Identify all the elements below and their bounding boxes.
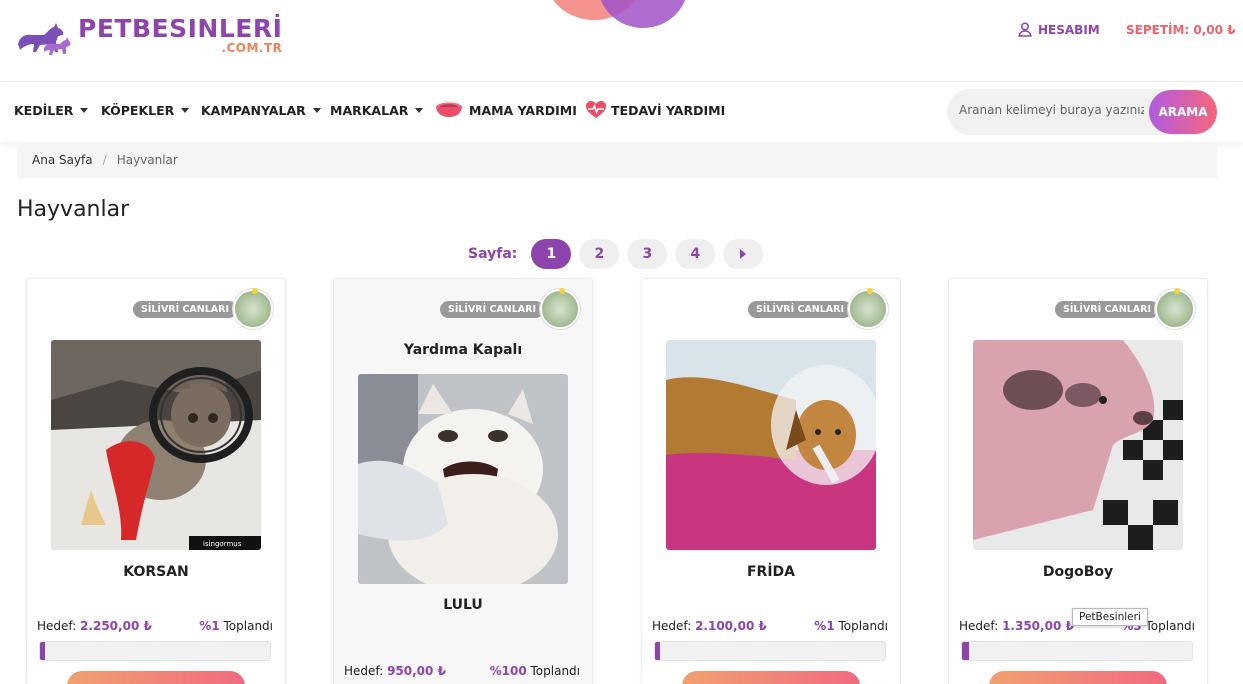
organization-logo-icon[interactable] — [233, 288, 273, 329]
animal-card[interactable]: SİLİVRİ CANLARI FRİDA Hedef: 2.100,00 ₺ … — [641, 278, 901, 684]
pets-logo-icon — [18, 23, 71, 55]
collected-label: Toplandı — [530, 664, 581, 678]
nav-item-tedavi-yardimi[interactable]: TEDAVİ YARDIMI — [586, 101, 725, 119]
nav-item-markalar[interactable]: MARKALAR — [330, 103, 424, 118]
cart-link[interactable]: SEPETİM: 0,00 ₺ — [1126, 23, 1236, 37]
page-button-3[interactable]: 3 — [627, 239, 668, 269]
page-button-4[interactable]: 4 — [675, 239, 716, 269]
breadcrumb: Ana Sayfa / Hayvanlar — [17, 142, 1217, 178]
logo-main-text: PETBESINLERİ — [78, 14, 283, 43]
caret-down-icon — [415, 108, 424, 113]
photo-watermark: isingormus — [203, 540, 242, 548]
pagination: Sayfa: 1 2 3 4 — [468, 239, 764, 269]
animal-photo[interactable] — [666, 340, 876, 550]
caret-down-icon — [80, 108, 89, 113]
next-page-button[interactable] — [723, 239, 764, 269]
goal-amount: 2.100,00 ₺ — [695, 619, 767, 633]
breadcrumb-current: Hayvanlar — [116, 153, 178, 167]
goal-label: Hedef: — [37, 619, 77, 633]
nav-item-kampanyalar[interactable]: KAMPANYALAR — [201, 103, 321, 118]
collected-label: Toplandı — [1145, 619, 1196, 633]
animal-card[interactable]: SİLİVRİ CANLARI isingormus KORSAN Hedef:… — [26, 278, 286, 684]
pagination-label: Sayfa: — [468, 246, 518, 262]
organization-badge[interactable]: SİLİVRİ CANLARI — [132, 301, 237, 318]
donation-progress-bar — [654, 641, 886, 661]
food-bowl-icon — [436, 102, 462, 117]
page-title: Hayvanlar — [17, 197, 130, 222]
page-button-1[interactable]: 1 — [531, 239, 572, 269]
organization-logo-icon[interactable] — [540, 288, 580, 329]
animal-photo[interactable]: isingormus — [51, 340, 261, 550]
nav-item-label: MARKALAR — [330, 103, 409, 118]
goal-text: Hedef: 2.250,00 ₺ — [37, 619, 152, 633]
goal-label: Hedef: — [652, 619, 692, 633]
collected-text: %100 Toplandı — [490, 664, 580, 678]
goal-text: Hedef: 2.100,00 ₺ — [652, 619, 767, 633]
collected-label: Toplandı — [838, 619, 889, 633]
breadcrumb-separator: / — [102, 153, 107, 167]
site-header: PETBESINLERİ .COM.TR HESABIM SEPETİM: 0,… — [0, 0, 1243, 82]
goal-label: Hedef: — [344, 664, 384, 678]
animal-name[interactable]: LULU — [334, 597, 592, 613]
nav-item-kediler[interactable]: KEDİLER — [14, 103, 89, 118]
goal-amount: 1.350,00 ₺ — [1002, 619, 1074, 633]
animal-photo[interactable] — [358, 374, 568, 584]
goal-amount: 950,00 ₺ — [387, 664, 446, 678]
tooltip: PetBesinleri — [1072, 608, 1148, 626]
organization-logo-icon[interactable] — [1155, 288, 1195, 329]
search-input[interactable] — [959, 103, 1144, 117]
animal-photo[interactable] — [973, 340, 1183, 550]
animal-name[interactable]: KORSAN — [27, 564, 285, 580]
collected-text: %1 Toplandı — [814, 619, 888, 633]
nav-item-mama-yardimi[interactable]: MAMA YARDIMI — [434, 101, 577, 119]
decorative-blob — [598, 0, 688, 28]
nav-item-label: MAMA YARDIMI — [469, 102, 577, 118]
search-bar: ARAMA — [947, 89, 1217, 135]
animal-name[interactable]: DogoBoy — [949, 564, 1207, 580]
nav-item-label: KEDİLER — [14, 103, 74, 118]
search-button[interactable]: ARAMA — [1149, 90, 1217, 134]
caret-down-icon — [181, 108, 190, 113]
progress-fill — [40, 642, 45, 660]
account-link[interactable]: HESABIM — [1018, 22, 1100, 37]
main-nav: KEDİLER KÖPEKLER KAMPANYALAR MARKALAR MA… — [0, 82, 1243, 142]
donate-button[interactable] — [67, 671, 245, 684]
progress-fill — [655, 642, 660, 660]
goal-text: Hedef: 1.350,00 ₺ — [959, 619, 1074, 633]
chevron-right-icon — [740, 249, 747, 259]
donation-progress-bar — [961, 641, 1193, 661]
collected-percent: %100 — [489, 664, 527, 678]
collected-percent: %1 — [814, 619, 835, 633]
nav-item-label: KAMPANYALAR — [201, 103, 306, 118]
nav-item-kopekler[interactable]: KÖPEKLER — [101, 103, 190, 118]
goal-text: Hedef: 950,00 ₺ — [344, 664, 446, 678]
collected-percent: %1 — [199, 619, 220, 633]
organization-badge[interactable]: SİLİVRİ CANLARI — [439, 301, 544, 318]
animal-name[interactable]: FRİDA — [642, 564, 900, 580]
collected-text: %1 Toplandı — [199, 619, 273, 633]
caret-down-icon — [312, 108, 321, 113]
account-label: HESABIM — [1038, 22, 1100, 37]
closed-for-help-label: Yardıma Kapalı — [403, 342, 523, 358]
site-logo[interactable]: PETBESINLERİ .COM.TR — [14, 14, 282, 64]
goal-label: Hedef: — [959, 619, 999, 633]
breadcrumb-home-link[interactable]: Ana Sayfa — [32, 153, 93, 167]
user-icon — [1018, 22, 1032, 37]
page-button-2[interactable]: 2 — [579, 239, 620, 269]
donation-progress-bar — [39, 641, 271, 661]
progress-fill — [962, 642, 969, 660]
collected-label: Toplandı — [223, 619, 274, 633]
organization-badge[interactable]: SİLİVRİ CANLARI — [747, 301, 852, 318]
heart-pulse-icon — [586, 101, 606, 118]
animal-card[interactable]: SİLİVRİ CANLARI Yardıma Kapalı LULU Hede… — [333, 278, 593, 684]
donate-button[interactable] — [989, 671, 1167, 684]
organization-badge[interactable]: SİLİVRİ CANLARI — [1054, 301, 1159, 318]
donate-button[interactable] — [682, 671, 860, 684]
organization-logo-icon[interactable] — [848, 288, 888, 329]
nav-item-label: KÖPEKLER — [101, 103, 175, 118]
nav-item-label: TEDAVİ YARDIMI — [611, 102, 726, 118]
goal-amount: 2.250,00 ₺ — [80, 619, 152, 633]
